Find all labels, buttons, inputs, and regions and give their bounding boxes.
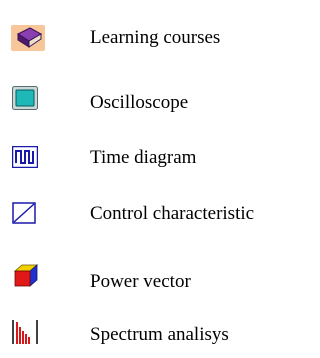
menu-item-learning-courses[interactable]: Learning courses (0, 20, 282, 60)
book-icon (11, 25, 45, 51)
menu-item-label: Learning courses (90, 27, 221, 48)
menu-item-spectrum-analysis[interactable]: Spectrum analisys (0, 318, 282, 358)
menu-item-control-characteristic[interactable]: Control characteristic (0, 197, 282, 237)
time-diagram-icon (12, 146, 38, 168)
oscilloscope-icon (12, 86, 38, 110)
menu-item-time-diagram[interactable]: Time diagram (0, 143, 282, 183)
menu-item-label: Control characteristic (90, 203, 255, 224)
menu-item-power-vector[interactable]: Power vector (0, 260, 282, 300)
control-characteristic-icon (12, 202, 36, 224)
menu-item-label: Time diagram (90, 147, 197, 168)
menu-item-label: Oscilloscope (90, 92, 189, 113)
spectrum-icon (11, 318, 39, 344)
menu-item-oscilloscope[interactable]: Oscilloscope (0, 82, 282, 122)
menu-item-label: Power vector (90, 271, 191, 292)
power-vector-icon (12, 263, 40, 289)
menu-item-label: Spectrum analisys (90, 324, 229, 345)
